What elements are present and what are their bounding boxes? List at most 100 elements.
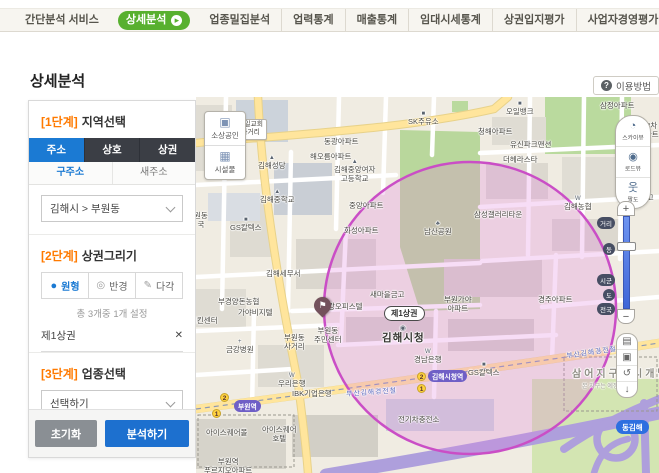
step1-tag: [1단계] <box>41 115 78 129</box>
map-label: IBK기업은행 <box>292 389 332 398</box>
help-button-label: 이용방법 <box>616 79 651 93</box>
map-label: ■SK주유소 <box>408 111 439 126</box>
nav-item-label: 매출통계 <box>357 14 397 26</box>
nav-item-업력통계[interactable]: 업력통계 <box>281 9 344 31</box>
radius-icon: ◎ <box>96 280 105 291</box>
chevron-down-icon <box>166 397 176 407</box>
map-label: ■GS칼텍스 <box>230 217 262 232</box>
page: 간단분석 서비스 상세분석▸ 업종밀집분석 업력통계 매출통계 임대시세통계 상권입지평가 사… <box>0 0 659 473</box>
map-label: 아이스퀘어 호텔 <box>262 425 297 444</box>
nav-active-icon: ▸ <box>171 15 182 26</box>
map-control-label: 소상공인 <box>207 130 243 141</box>
zoom-slider-track[interactable] <box>623 216 630 309</box>
step1-title: [1단계]지역선택 <box>41 113 183 130</box>
map-label: 경주아파트 <box>538 295 573 304</box>
flag-icon: ⚑ <box>314 297 331 314</box>
map-control-소상공인[interactable]: ▣소상공인 <box>205 112 245 145</box>
tab-address[interactable]: 주소 <box>29 138 84 162</box>
map-view-controls: ◔스카이뷰◉로드뷰웃팔도 <box>615 115 651 209</box>
map-tool-icon-3[interactable]: ↓ <box>617 381 637 397</box>
팔도-icon: 웃 <box>616 182 650 194</box>
map-layer-controls: ▣소상공인▦시설물 <box>204 111 246 180</box>
map-label: 동광아파트 <box>324 137 359 146</box>
view-control-로드뷰[interactable]: ◉로드뷰 <box>616 146 650 177</box>
shape-polygon-option[interactable]: ✎ 다각 <box>135 273 182 298</box>
address-type-tabs: 주소 상호 상권 <box>29 138 195 162</box>
map-label: ■오일뱅크 <box>506 101 534 116</box>
map-tools: ▤▣↺↓ <box>616 333 638 398</box>
nav-item-간단분석 서비스[interactable]: 간단분석 서비스 <box>14 9 110 31</box>
map-label: 부경양돈농협 <box>218 297 259 306</box>
chevron-down-icon <box>166 202 176 212</box>
map[interactable]: 제일교회 사거리동광아파트해오름아파트▲김해성당▲김해중앙여자 고등학교▲김해중… <box>196 97 659 473</box>
map-label: 원동 국 <box>196 211 208 230</box>
divider <box>29 234 195 235</box>
view-control-label: 스카이뷰 <box>618 133 649 142</box>
panel-footer: 초기화 분석하기 <box>29 409 195 457</box>
map-marker-pin[interactable]: ⚑ <box>310 293 334 317</box>
zoom-in-button[interactable]: + <box>617 201 635 216</box>
map-tool-icon-0[interactable]: ▤ <box>617 334 637 349</box>
zoom-level-시군: 시군 <box>597 274 615 286</box>
map-label: 치킨센터 <box>196 316 218 325</box>
map-label: ▲김해중앙여자 고등학교 <box>334 159 375 184</box>
nav-item-label: 업력통계 <box>293 14 333 26</box>
nav-item-사업자경영평가[interactable]: 사업자경영평가 <box>576 9 659 31</box>
tab-trade-area[interactable]: 상권 <box>139 138 195 162</box>
nav-item-매출통계[interactable]: 매출통계 <box>345 9 408 31</box>
map-label: 전기차충전소 <box>398 415 439 424</box>
nav-item-label: 상권입지평가 <box>504 14 565 26</box>
subtab-new-address[interactable]: 새주소 <box>112 162 196 184</box>
map-control-시설물[interactable]: ▦시설물 <box>205 145 245 179</box>
help-button[interactable]: ? 이용방법 <box>593 76 659 95</box>
nav-item-label: 사업자경영평가 <box>588 14 659 26</box>
nav-item-상세분석[interactable]: 상세분석▸ <box>118 11 190 30</box>
스카이뷰-icon: ◔ <box>616 120 650 132</box>
map-badge: 1 <box>212 409 221 418</box>
subtab-old-address[interactable]: 구주소 <box>29 162 112 184</box>
step3-tag: [3단계] <box>41 367 78 381</box>
map-label: ◉김해시청 <box>382 325 425 345</box>
map-badge: 김해시청역 <box>428 370 467 382</box>
poi-icon: ◉ <box>382 325 425 332</box>
shape-radius-option[interactable]: ◎ 반경 <box>88 273 135 298</box>
map-badge: 동김해 <box>616 420 649 434</box>
map-label: 김해세무서 <box>266 269 301 278</box>
소상공인-icon: ▣ <box>207 116 243 129</box>
map-badge: 2 <box>417 372 426 381</box>
view-control-스카이뷰[interactable]: ◔스카이뷰 <box>616 116 650 146</box>
시설물-icon: ▦ <box>207 150 243 163</box>
map-tool-icon-1[interactable]: ▣ <box>617 349 637 365</box>
map-badge: 2 <box>220 393 229 402</box>
zoom-out-button[interactable]: − <box>617 309 635 324</box>
address-subtabs: 구주소 새주소 <box>29 162 195 185</box>
region-select-value: 김해시 > 부원동 <box>50 201 120 216</box>
region-select[interactable]: 김해시 > 부원동 <box>41 195 183 222</box>
shape-circle-option[interactable]: ● 원형 <box>42 273 88 298</box>
remove-icon[interactable]: ✕ <box>175 330 183 341</box>
map-label: 부원역 푸르지오아파트 <box>204 457 252 473</box>
nav-item-임대시세통계[interactable]: 임대시세통계 <box>408 9 492 31</box>
map-label: 삼성갤러리타운 <box>474 210 522 219</box>
analyze-button[interactable]: 분석하기 <box>105 420 189 447</box>
zoom-slider-handle[interactable] <box>617 242 636 251</box>
로드뷰-icon: ◉ <box>616 151 650 163</box>
top-nav: 간단분석 서비스 상세분석▸ 업종밀집분석 업력통계 매출통계 임대시세통계 상권입지평가 사… <box>0 8 659 32</box>
step2-tag: [2단계] <box>41 249 78 263</box>
nav-item-업종밀집분석[interactable]: 업종밀집분석 <box>198 9 281 31</box>
reset-button[interactable]: 초기화 <box>35 420 97 447</box>
map-label: W경남은행 <box>414 349 442 364</box>
tab-business-name[interactable]: 상호 <box>84 138 140 162</box>
map-badge: 1 <box>417 384 426 393</box>
map-label: 아이스퀘어몰 <box>206 428 247 437</box>
map-label: 가야비지텔 <box>238 308 273 317</box>
area-count-text: 총 3개중 1개 설정 <box>29 306 195 320</box>
divider <box>29 352 195 353</box>
zoom-level-거리: 거리 <box>597 217 615 229</box>
view-control-label: 로드뷰 <box>618 164 649 173</box>
map-label: ▲김해성당 <box>258 155 286 170</box>
map-tool-icon-2[interactable]: ↺ <box>617 365 637 381</box>
map-label: W우리은행 <box>278 373 306 388</box>
map-label: W김해농협 <box>564 196 592 211</box>
nav-item-상권입지평가[interactable]: 상권입지평가 <box>492 9 576 31</box>
